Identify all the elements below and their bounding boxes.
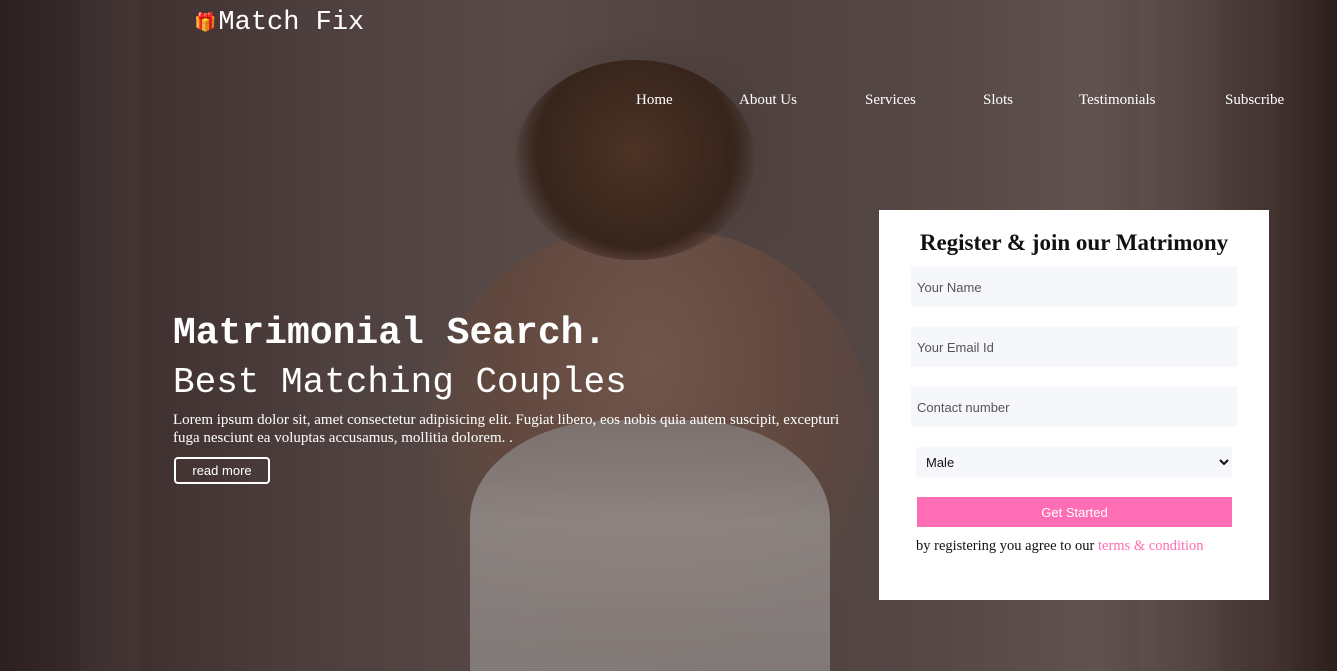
nav-item-slots[interactable]: Slots — [983, 92, 1013, 109]
hero-title: Matrimonial Search. — [173, 312, 607, 355]
terms-prefix: by registering you agree to our — [916, 538, 1095, 554]
read-more-button[interactable]: read more — [174, 457, 270, 484]
main-nav: Home About Us Services Slots Testimonial… — [0, 92, 1337, 112]
form-title: Register & join our Matrimony — [919, 230, 1229, 255]
brand-name: Match Fix — [218, 8, 365, 38]
registration-form: Register & join our Matrimony Male Get S… — [879, 210, 1269, 600]
contact-number-input[interactable] — [911, 387, 1237, 427]
hero-subtitle: Best Matching Couples — [173, 362, 627, 403]
nav-item-services[interactable]: Services — [865, 92, 916, 109]
email-input[interactable] — [911, 327, 1237, 367]
nav-item-testimonials[interactable]: Testimonials — [1079, 92, 1155, 109]
hero-description: Lorem ipsum dolor sit, amet consectetur … — [173, 412, 840, 446]
nav-item-about-us[interactable]: About Us — [739, 92, 797, 109]
get-started-button[interactable]: Get Started — [917, 497, 1232, 527]
gift-icon: 🎁 — [194, 14, 217, 34]
gender-select[interactable]: Male — [916, 447, 1232, 477]
brand-logo[interactable]: 🎁 Match Fix — [194, 8, 364, 38]
nav-item-home[interactable]: Home — [636, 92, 673, 109]
terms-link[interactable]: terms & condition — [1098, 538, 1204, 554]
nav-item-subscribe[interactable]: Subscribe — [1225, 92, 1284, 109]
name-input[interactable] — [911, 267, 1237, 307]
terms-notice: by registering you agree to our terms & … — [916, 538, 1204, 555]
